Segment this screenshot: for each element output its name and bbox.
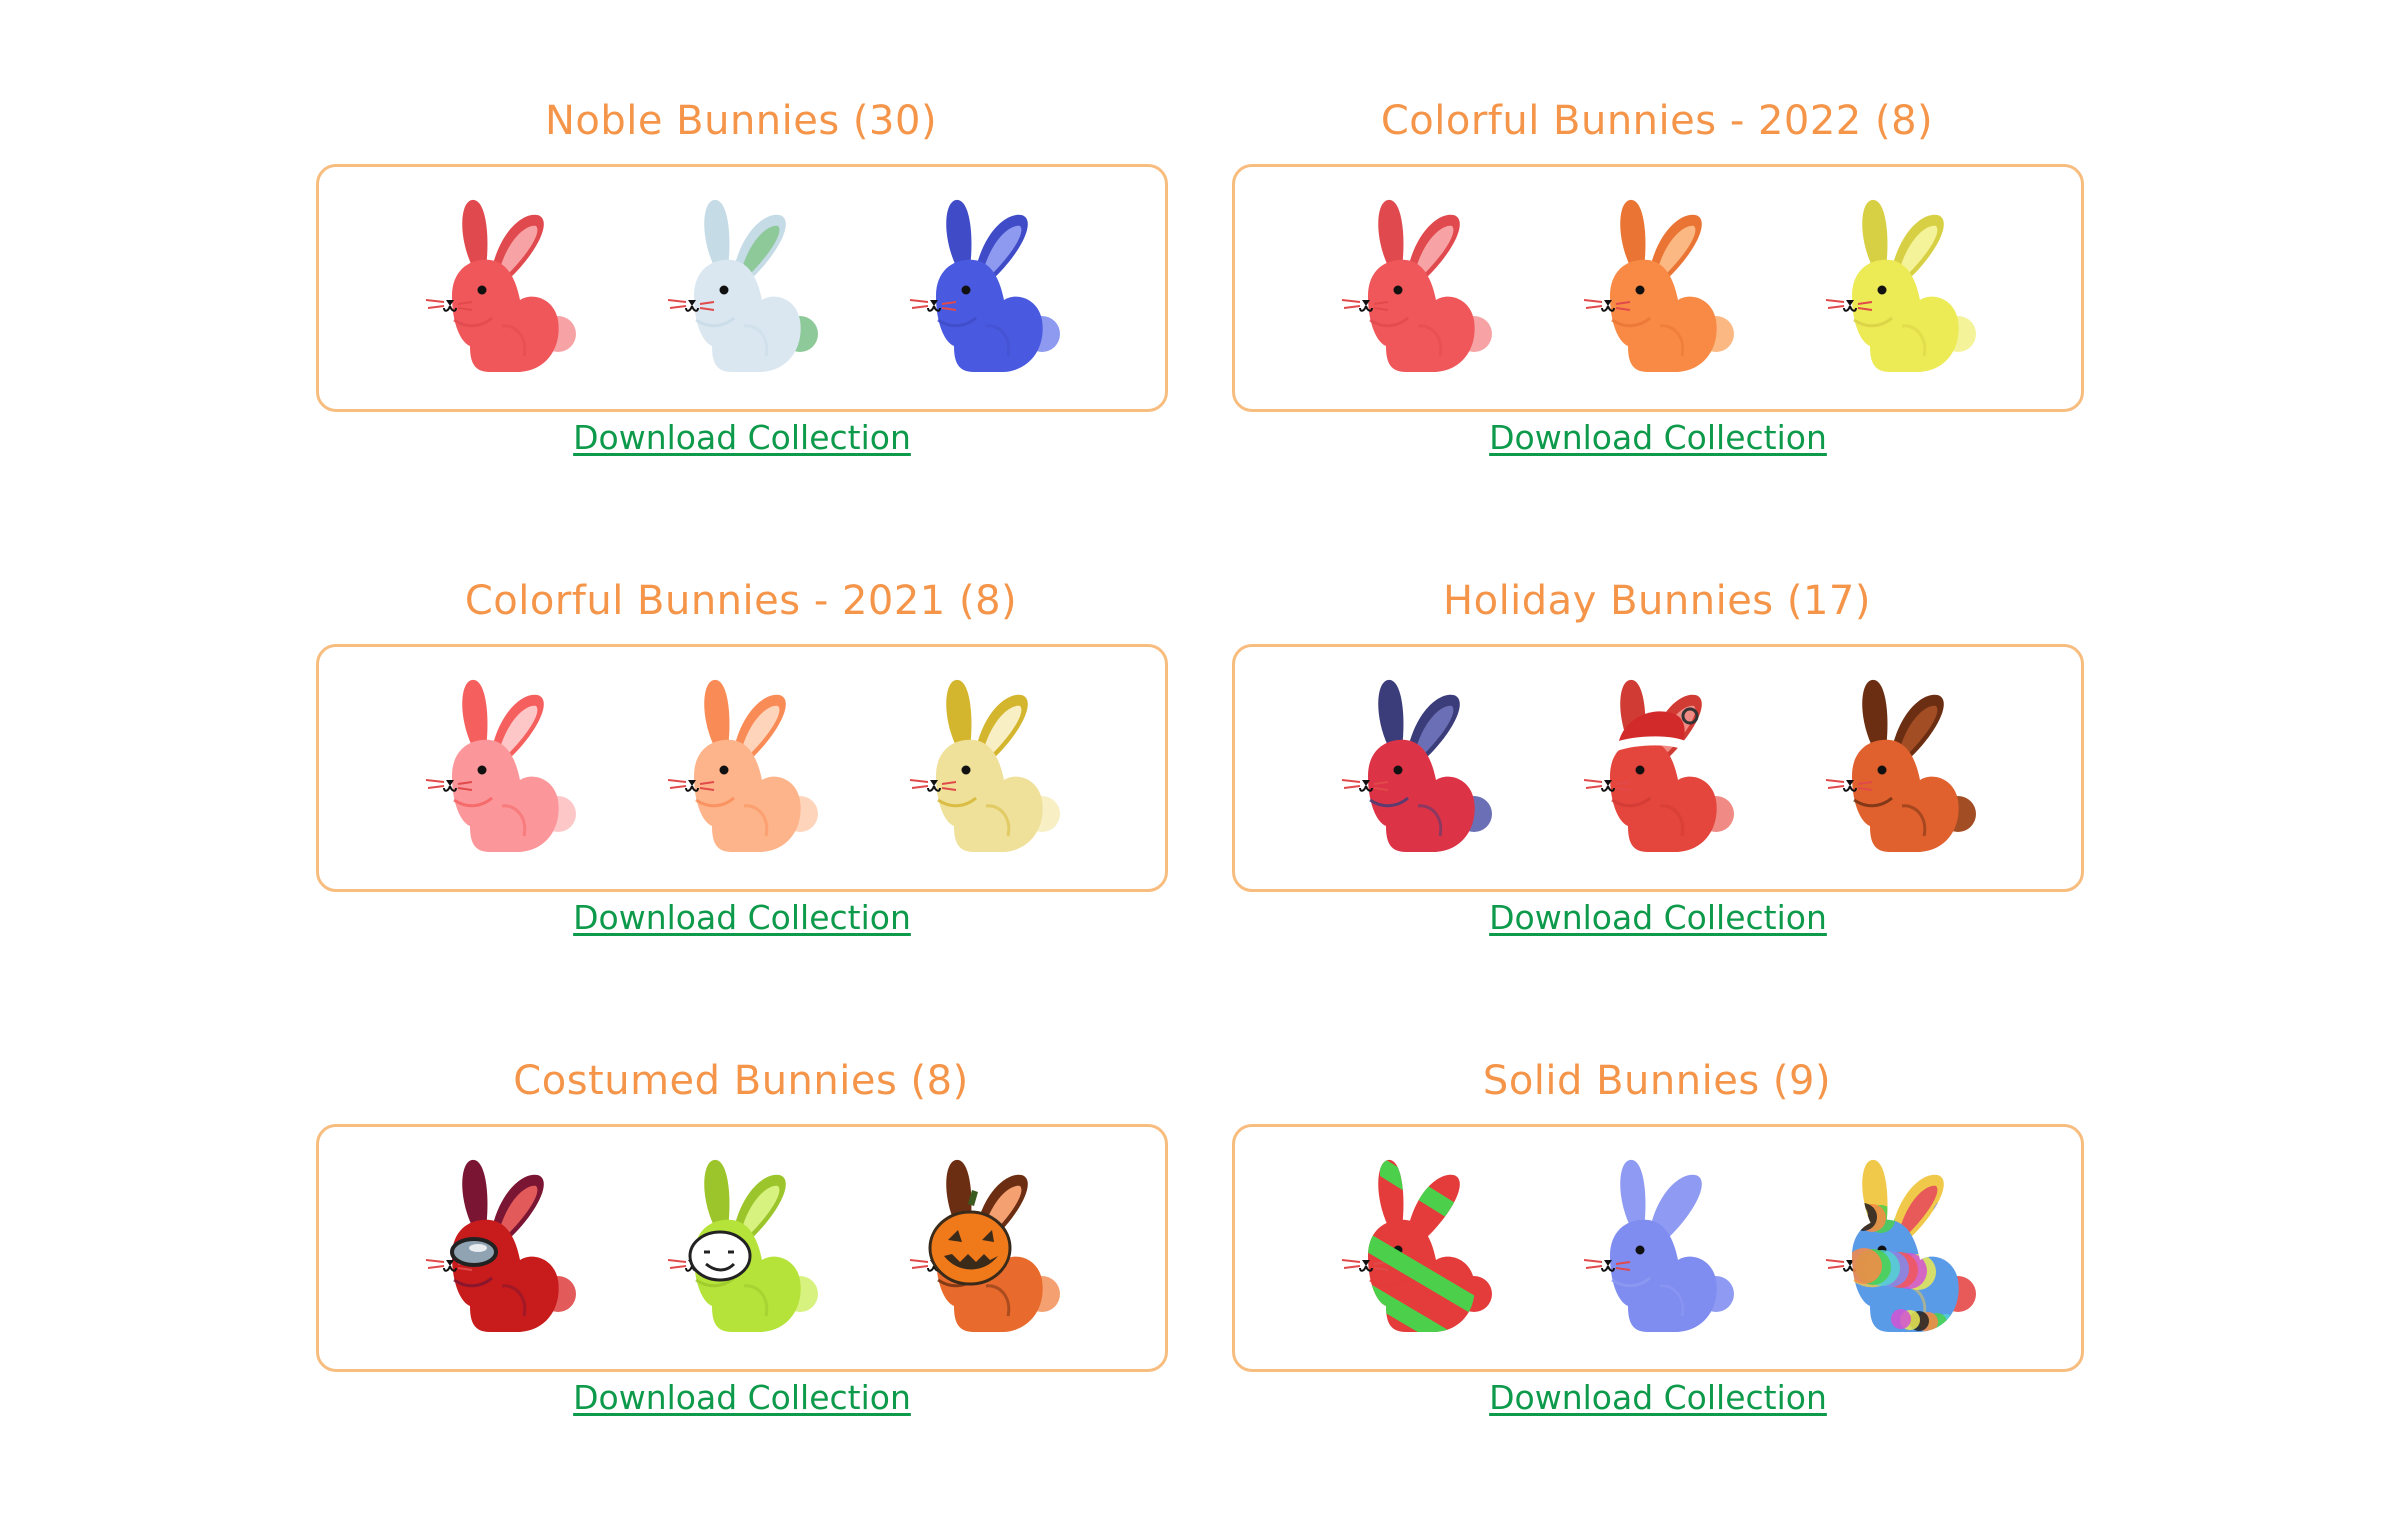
cream-bunny-icon: [908, 676, 1060, 860]
collection-preview-card: [316, 164, 1168, 412]
collection-preview-card: [316, 644, 1168, 892]
collection-title: Noble Bunnies (30): [544, 98, 938, 144]
periwinkle-bunny-icon: [1582, 1156, 1734, 1340]
download-collection-link[interactable]: Download Collection: [316, 418, 1168, 457]
download-collection-link[interactable]: Download Collection: [1232, 898, 2084, 937]
collection-section: Noble Bunnies (30) Download Collection: [316, 88, 1168, 568]
collection-title: Holiday Bunnies (17): [1443, 578, 1871, 624]
collections-grid: Noble Bunnies (30) Download Collection Col…: [316, 88, 2084, 1528]
download-collection-link[interactable]: Download Collection: [1232, 1378, 2084, 1417]
collection-section: Holiday Bunnies (17) Download Collection: [1232, 568, 2084, 1048]
collection-section: Solid Bunnies (9) Download Collection: [1232, 1048, 2084, 1528]
pink-bunny-icon: [424, 676, 576, 860]
collection-section: Costumed Bunnies (8) Download Collection: [316, 1048, 1168, 1528]
mask-bunny-icon: [666, 1156, 818, 1340]
chocolate-ear-bunny-icon: [1824, 676, 1976, 860]
collection-title: Costumed Bunnies (8): [513, 1058, 969, 1104]
download-collection-link[interactable]: Download Collection: [1232, 418, 2084, 457]
red-bunny-icon: [1340, 196, 1492, 380]
red-bunny-icon: [424, 196, 576, 380]
santa-hat-bunny-icon: [1582, 676, 1734, 860]
collection-preview-card: [316, 1124, 1168, 1372]
collection-preview-card: [1232, 164, 2084, 412]
crewmate-bunny-icon: [424, 1156, 576, 1340]
peach-bunny-icon: [666, 676, 818, 860]
collection-preview-card: [1232, 644, 2084, 892]
blue-bunny-icon: [908, 196, 1060, 380]
orange-bunny-icon: [1582, 196, 1734, 380]
collage-bunny-icon: [1824, 1156, 1976, 1340]
americana-bunny-icon: [1340, 676, 1492, 860]
striped-bunny-icon: [1340, 1156, 1492, 1340]
collection-title: Colorful Bunnies - 2022 (8): [1380, 98, 1934, 144]
crystal-bunny-icon: [666, 196, 818, 380]
pumpkin-bunny-icon: [908, 1156, 1060, 1340]
download-collection-link[interactable]: Download Collection: [316, 1378, 1168, 1417]
collection-title: Colorful Bunnies - 2021 (8): [464, 578, 1018, 624]
collection-section: Colorful Bunnies - 2021 (8) Download Coll…: [316, 568, 1168, 1048]
download-collection-link[interactable]: Download Collection: [316, 898, 1168, 937]
collection-section: Colorful Bunnies - 2022 (8) Download Coll…: [1232, 88, 2084, 568]
yellow-bunny-icon: [1824, 196, 1976, 380]
collection-preview-card: [1232, 1124, 2084, 1372]
collection-title: Solid Bunnies (9): [1482, 1058, 1832, 1104]
